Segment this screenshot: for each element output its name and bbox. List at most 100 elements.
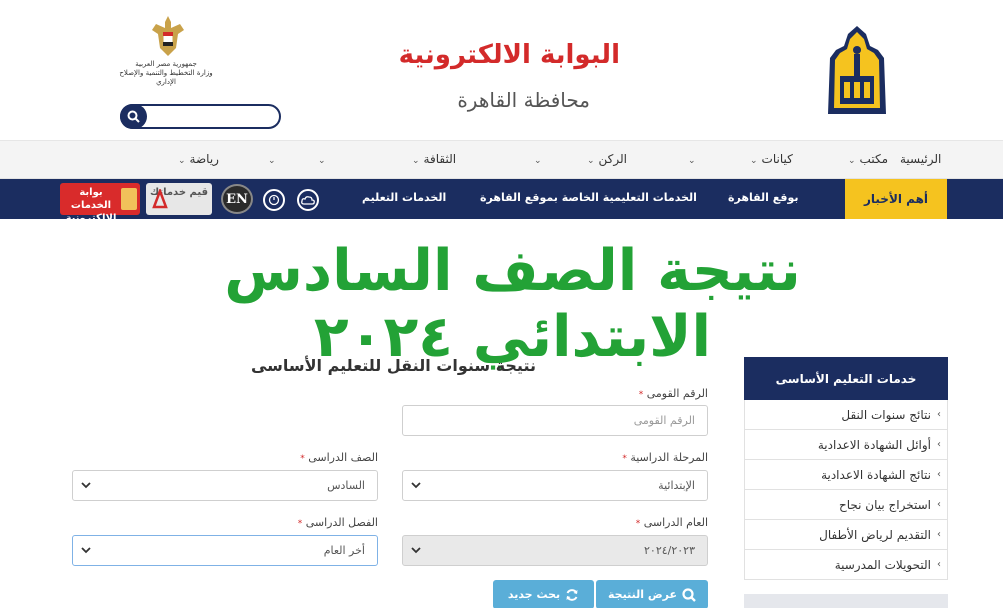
governorate-name: محافظة القاهرة	[457, 88, 590, 112]
grade-value: السادس	[327, 479, 365, 492]
term-label: الفصل الدراسى *	[260, 516, 378, 529]
egypt-eagle-emblem	[152, 16, 184, 56]
chevron-down-icon	[81, 547, 91, 554]
nav-item-8[interactable]: ⌄	[318, 152, 330, 166]
sidebar-item-school-transfers[interactable]: › التحويلات المدرسية	[744, 550, 948, 580]
top-news-tab[interactable]: أهم الأخبار	[845, 179, 947, 219]
chevron-left-icon: ›	[937, 439, 941, 450]
grade-label: الصف الدراسى *	[260, 451, 378, 464]
cloud-button[interactable]	[297, 189, 319, 211]
nav-entities[interactable]: كيانات⌄	[750, 152, 793, 166]
language-en-button[interactable]: EN	[221, 184, 253, 214]
chevron-down-icon	[411, 547, 421, 554]
chevron-down-icon: ⌄	[848, 156, 856, 166]
chevron-down-icon: ⌄	[318, 156, 326, 166]
search-input[interactable]	[152, 108, 274, 125]
search-button[interactable]	[120, 104, 147, 129]
portal-title: البوابة الالكترونية	[398, 40, 620, 70]
sidebar-item-success-statement[interactable]: › استخراج بيان نجاح	[744, 490, 948, 520]
rate-services-button[interactable]: قيم خدماتك	[146, 183, 212, 215]
required-mark: *	[300, 454, 305, 464]
year-label-text: العام الدراسى	[643, 516, 708, 529]
nav-entities-label: كيانات	[761, 152, 793, 166]
required-mark: *	[635, 519, 641, 529]
clock-button[interactable]	[263, 189, 285, 211]
chevron-left-icon: ›	[937, 469, 941, 480]
link-education[interactable]: الخدمات التعليم	[362, 191, 446, 204]
sidebar-item-transfer-results[interactable]: › نتائج سنوات النقل	[744, 400, 948, 430]
education-services-sidebar: خدمات التعليم الأساسى › نتائج سنوات النقل…	[744, 357, 948, 608]
sidebar-title: خدمات التعليم الأساسى	[744, 357, 948, 400]
page-main-heading: نتيجة الصف السادس الابتدائي ٢٠٢٤	[224, 238, 801, 370]
sidebar-item-label: نتائج سنوات النقل	[841, 407, 931, 422]
stage-value: الإبتدائية	[658, 479, 695, 492]
nav-culture-label: الثقافة	[423, 152, 457, 166]
national-id-placeholder: الرقم القومى	[633, 414, 695, 427]
nav-culture[interactable]: الثقافة⌄	[412, 152, 456, 166]
chevron-down-icon: ⌄	[688, 156, 696, 166]
show-result-label: عرض النتيجة	[608, 588, 677, 601]
grade-select[interactable]: السادس	[72, 470, 378, 501]
sidebar-item-kindergarten[interactable]: › التقديم لرياض الأطفال	[744, 520, 948, 550]
required-mark: *	[297, 519, 303, 529]
main-menu: الرئيسية مكتب⌄ كيانات⌄ ⌄ الركن⌄ ⌄ الثقاف…	[0, 141, 1003, 179]
term-select[interactable]: أخر العام	[72, 535, 378, 566]
chevron-down-icon: ⌄	[750, 156, 758, 166]
required-mark: *	[622, 454, 627, 464]
show-result-button[interactable]: عرض النتيجة	[596, 580, 708, 608]
required-mark: *	[638, 390, 644, 400]
new-search-button[interactable]: بحث جديد	[493, 580, 594, 608]
nav-home[interactable]: الرئيسية	[900, 152, 941, 166]
chevron-left-icon: ›	[937, 499, 941, 510]
e-services-portal-label: بوابة الخدمات الإلكترونية	[65, 187, 117, 224]
search-icon	[682, 587, 696, 602]
nav-sports-label: رياضة	[189, 152, 219, 166]
term-label-text: الفصل الدراسى	[305, 516, 378, 529]
sidebar-footer-block	[744, 594, 948, 608]
cairo-governorate-logo[interactable]	[826, 24, 888, 116]
nav-office-label: مكتب	[859, 152, 889, 166]
term-value: أخر العام	[323, 544, 365, 557]
chevron-down-icon	[411, 482, 421, 489]
stage-select[interactable]: الإبتدائية	[402, 470, 708, 501]
rate-icon	[152, 189, 168, 209]
stage-label: المرحلة الدراسية *	[560, 451, 708, 464]
nav-item-6[interactable]: ⌄	[534, 152, 546, 166]
sidebar-item-prep-results[interactable]: › نتائج الشهادة الاعدادية	[744, 460, 948, 490]
chevron-down-icon: ⌄	[268, 156, 276, 166]
nav-item-4[interactable]: ⌄	[688, 152, 700, 166]
site-header: البوابة الالكترونية محافظة القاهرة جمهور…	[0, 0, 1003, 141]
year-label: العام الدراسى *	[580, 516, 708, 529]
national-id-label: الرقم القومى *	[600, 387, 708, 400]
search-icon	[127, 110, 140, 123]
nav-home-label: الرئيسية	[900, 152, 942, 166]
refresh-icon	[566, 588, 578, 601]
link-education-services[interactable]: الخدمات التعليمية الخاصة بموقع القاهرة	[480, 191, 697, 204]
flag-icon	[121, 188, 137, 210]
nav-item-9[interactable]: ⌄	[268, 152, 280, 166]
chevron-left-icon: ›	[937, 559, 941, 570]
chevron-down-icon: ⌄	[587, 156, 595, 166]
e-services-portal-button[interactable]: بوابة الخدمات الإلكترونية	[60, 183, 140, 224]
nav-sports[interactable]: رياضة⌄	[178, 152, 219, 166]
clock-icon	[268, 194, 280, 206]
chevron-left-icon: ›	[937, 529, 941, 540]
cloud-icon	[301, 196, 315, 205]
sidebar-item-prep-top[interactable]: › أوائل الشهادة الاعدادية	[744, 430, 948, 460]
nav-corner[interactable]: الركن⌄	[587, 152, 627, 166]
sidebar-item-label: استخراج بيان نجاح	[838, 497, 931, 512]
year-select[interactable]: ٢٠٢٤/٢٠٢٣	[402, 535, 708, 566]
link-cairo-site[interactable]: بوقع القاهرة	[728, 191, 799, 204]
national-id-label-text: الرقم القومى	[646, 387, 708, 400]
stage-label-text: المرحلة الدراسية	[630, 451, 708, 464]
chevron-down-icon	[81, 482, 91, 489]
nav-corner-label: الركن	[598, 152, 628, 166]
sidebar-item-label: التقديم لرياض الأطفال	[819, 527, 931, 542]
chevron-down-icon: ⌄	[412, 156, 420, 166]
sidebar-item-label: نتائج الشهادة الاعدادية	[821, 467, 931, 482]
new-search-label: بحث جديد	[507, 588, 561, 601]
national-id-input[interactable]: الرقم القومى	[402, 405, 708, 436]
form-title: نتيجة سنوات النقل للتعليم الأساسى	[250, 356, 536, 375]
nav-office[interactable]: مكتب⌄	[848, 152, 888, 166]
year-value: ٢٠٢٤/٢٠٢٣	[644, 544, 695, 557]
